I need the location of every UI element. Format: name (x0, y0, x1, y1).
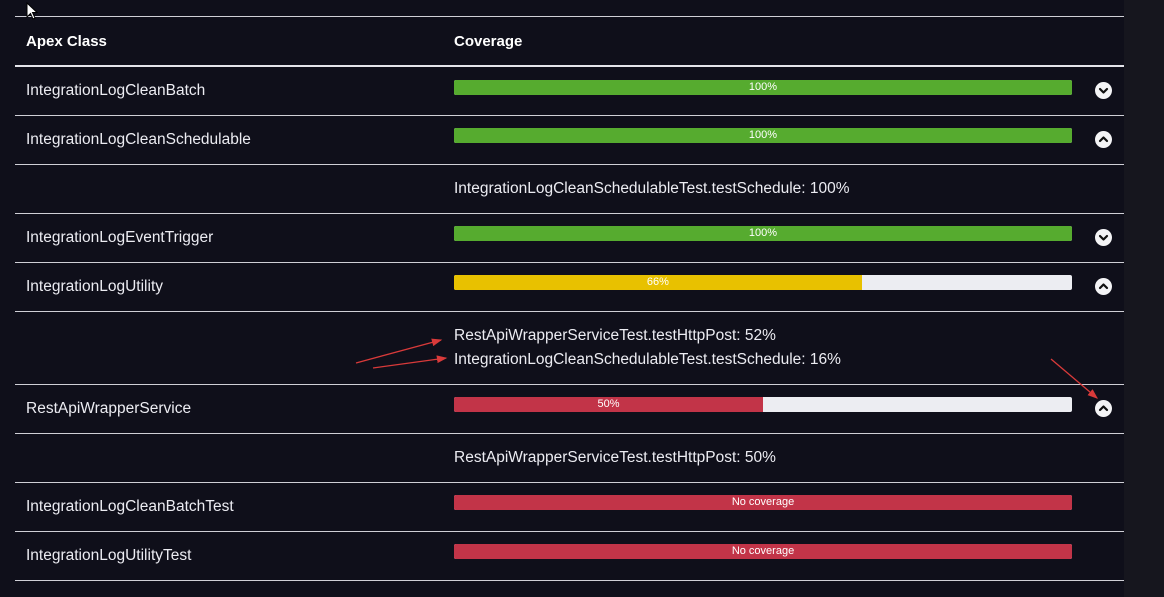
coverage-percent-label: 50% (597, 398, 620, 410)
column-header-apex-class[interactable]: Apex Class (26, 33, 107, 50)
coverage-percent-label: 100% (748, 129, 778, 141)
coverage-bar: 50% (454, 397, 1072, 412)
coverage-bar: 66% (454, 275, 1072, 290)
coverage-bar: 100% (454, 128, 1072, 143)
coverage-bar: No coverage (454, 495, 1072, 510)
class-name: IntegrationLogUtility (26, 278, 163, 295)
class-name: IntegrationLogCleanBatch (26, 82, 206, 99)
chevron-down-icon (1098, 87, 1109, 94)
table-bottom-divider (15, 580, 1124, 581)
screenshot-stage: Apex Class Coverage IntegrationLogCleanB… (0, 0, 1164, 597)
class-name: IntegrationLogCleanBatchTest (26, 498, 234, 515)
chevron-up-icon (1098, 405, 1109, 412)
class-name: RestApiWrapperService (26, 400, 192, 417)
table-row: IntegrationLogUtilityTest No coverage (0, 532, 1124, 580)
test-method-coverage: IntegrationLogCleanSchedulableTest.testS… (454, 180, 850, 197)
collapse-toggle-button[interactable] (1095, 131, 1112, 148)
test-detail-row: RestApiWrapperServiceTest.testHttpPost: … (0, 312, 1124, 384)
collapse-toggle-button[interactable] (1095, 400, 1112, 417)
table-row: IntegrationLogUtility 66% (0, 263, 1124, 311)
class-name: IntegrationLogEventTrigger (26, 229, 214, 246)
mouse-pointer-icon (26, 2, 39, 20)
test-detail-row: RestApiWrapperServiceTest.testHttpPost: … (0, 434, 1124, 482)
expand-toggle-button[interactable] (1095, 229, 1112, 246)
table-top-divider (15, 16, 1124, 17)
chevron-up-icon (1098, 283, 1109, 290)
coverage-bar: 100% (454, 80, 1072, 95)
class-name: IntegrationLogUtilityTest (26, 547, 192, 564)
coverage-percent-label: No coverage (731, 496, 795, 508)
coverage-percent-label: No coverage (731, 545, 795, 557)
table-row: IntegrationLogCleanBatch 100% (0, 67, 1124, 115)
test-method-coverage: RestApiWrapperServiceTest.testHttpPost: … (454, 327, 776, 344)
table-row: IntegrationLogCleanBatchTest No coverage (0, 483, 1124, 531)
coverage-percent-label: 100% (748, 81, 778, 93)
table-row: IntegrationLogCleanSchedulable 100% (0, 116, 1124, 164)
table-row: IntegrationLogEventTrigger 100% (0, 214, 1124, 262)
class-name: IntegrationLogCleanSchedulable (26, 131, 251, 148)
table-row: RestApiWrapperService 50% (0, 385, 1124, 433)
test-detail-row: IntegrationLogCleanSchedulableTest.testS… (0, 165, 1124, 213)
column-header-coverage[interactable]: Coverage (454, 33, 522, 50)
expand-toggle-button[interactable] (1095, 82, 1112, 99)
coverage-bar: No coverage (454, 544, 1072, 559)
test-method-coverage: IntegrationLogCleanSchedulableTest.testS… (454, 351, 841, 368)
coverage-percent-label: 100% (748, 227, 778, 239)
test-method-coverage: RestApiWrapperServiceTest.testHttpPost: … (454, 449, 776, 466)
collapse-toggle-button[interactable] (1095, 278, 1112, 295)
coverage-bar: 100% (454, 226, 1072, 241)
coverage-percent-label: 66% (646, 276, 669, 288)
chevron-up-icon (1098, 136, 1109, 143)
chevron-down-icon (1098, 234, 1109, 241)
coverage-table: Apex Class Coverage IntegrationLogCleanB… (0, 0, 1124, 597)
